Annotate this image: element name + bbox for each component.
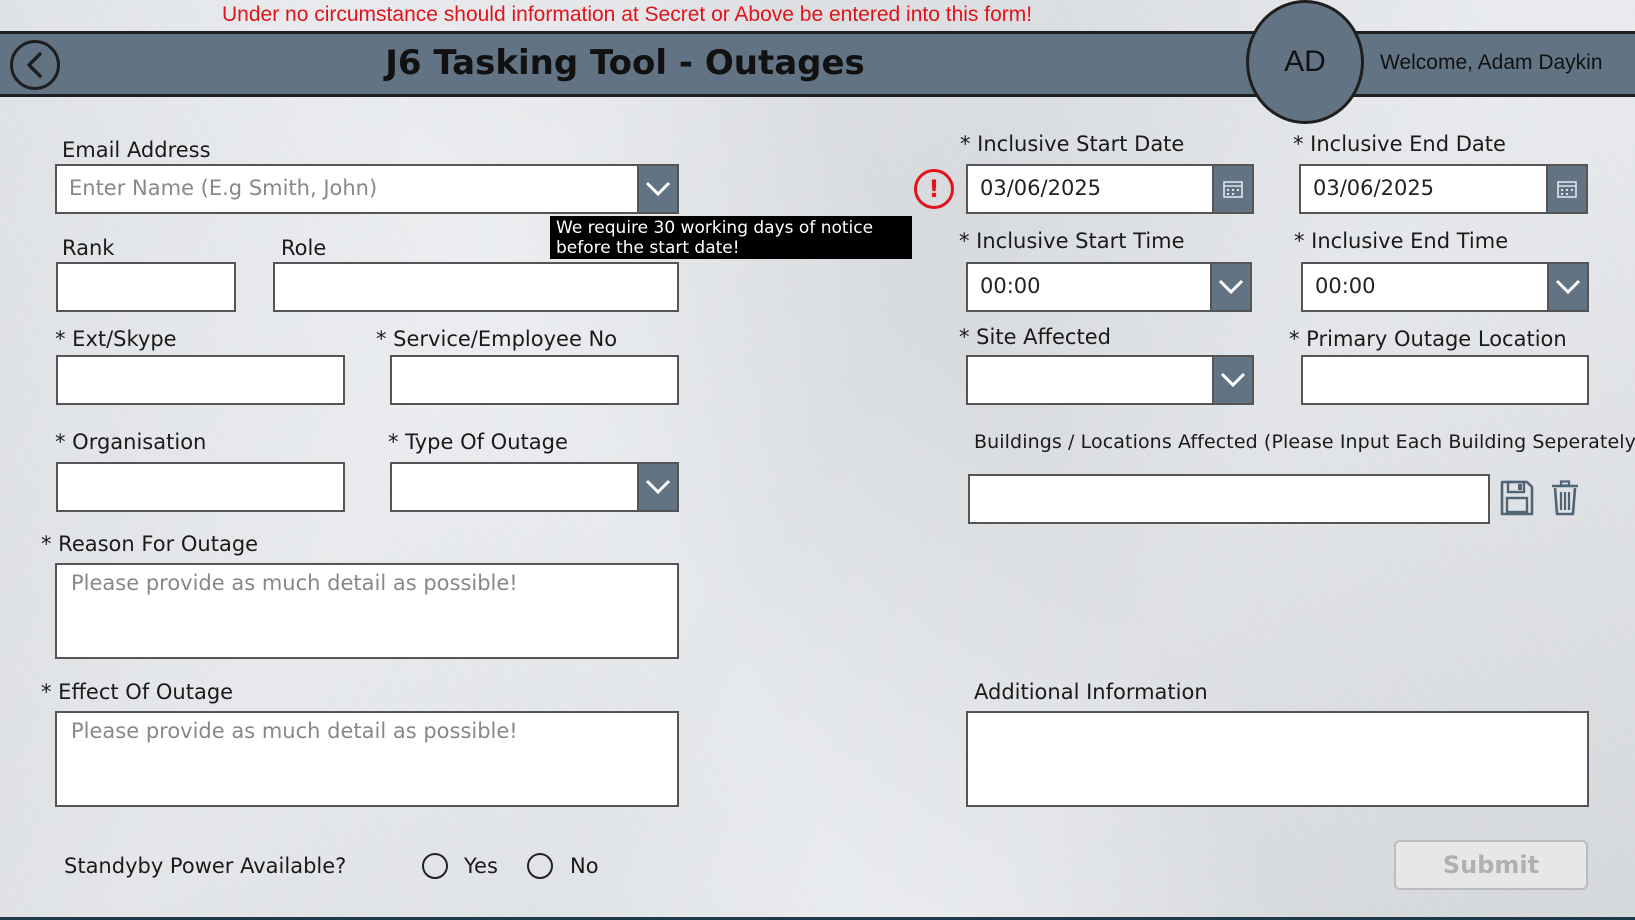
calendar-icon (1557, 181, 1577, 198)
calendar-icon (1223, 181, 1243, 198)
email-combobox[interactable]: Enter Name (E.g Smith, John) (55, 164, 679, 214)
standby-yes-label: Yes (464, 854, 498, 878)
type-of-outage-label: * Type Of Outage (388, 430, 568, 454)
submit-button[interactable]: Submit (1394, 840, 1588, 890)
welcome-text: Welcome, Adam Daykin (1380, 51, 1603, 74)
site-affected-dropdown[interactable] (966, 355, 1254, 405)
effect-textarea[interactable]: Please provide as much detail as possibl… (55, 711, 679, 807)
type-of-outage-dropdown-button[interactable] (637, 462, 679, 512)
standby-no-label: No (570, 854, 599, 878)
save-building-button[interactable] (1500, 480, 1534, 516)
start-date-value: 03/06/2025 (980, 176, 1102, 200)
delete-building-button[interactable] (1550, 480, 1580, 516)
buildings-label: Buildings / Locations Affected (Please I… (974, 431, 1635, 453)
ext-input[interactable] (56, 355, 345, 405)
rank-label: Rank (62, 236, 115, 260)
effect-placeholder: Please provide as much detail as possibl… (71, 719, 518, 743)
start-date-label: * Inclusive Start Date (960, 132, 1185, 156)
primary-location-label: * Primary Outage Location (1289, 327, 1567, 351)
organisation-label: * Organisation (55, 430, 207, 454)
additional-info-textarea[interactable] (966, 711, 1589, 807)
end-date-value: 03/06/2025 (1313, 176, 1435, 200)
standby-no-radio[interactable] (527, 853, 553, 879)
standby-label: Standyby Power Available? (64, 854, 347, 878)
effect-label: * Effect Of Outage (41, 680, 234, 704)
primary-location-input[interactable] (1301, 355, 1589, 405)
site-affected-label: * Site Affected (959, 325, 1111, 349)
chevron-down-icon (645, 181, 671, 197)
start-time-value: 00:00 (980, 274, 1041, 298)
email-label: Email Address (62, 138, 211, 162)
start-date-calendar-button[interactable] (1212, 164, 1254, 214)
chevron-down-icon (1555, 279, 1581, 295)
role-label: Role (281, 236, 327, 260)
service-no-label: * Service/Employee No (376, 327, 618, 351)
notice-tooltip: We require 30 working days of notice bef… (550, 216, 912, 259)
site-affected-dropdown-button[interactable] (1212, 355, 1254, 405)
chevron-down-icon (645, 479, 671, 495)
end-time-dropdown-button[interactable] (1547, 262, 1589, 312)
end-time-label: * Inclusive End Time (1294, 229, 1509, 253)
rank-input[interactable] (56, 262, 236, 312)
end-date-label: * Inclusive End Date (1293, 132, 1506, 156)
reason-placeholder: Please provide as much detail as possibl… (71, 571, 518, 595)
reason-textarea[interactable]: Please provide as much detail as possibl… (55, 563, 679, 659)
chevron-down-icon (1218, 279, 1244, 295)
role-input[interactable] (273, 262, 679, 312)
page-title: J6 Tasking Tool - Outages (385, 43, 865, 83)
save-icon (1500, 480, 1534, 516)
start-date-picker[interactable]: 03/06/2025 (966, 164, 1254, 214)
start-time-dropdown-button[interactable] (1210, 262, 1252, 312)
avatar[interactable]: AD (1246, 0, 1364, 124)
end-date-picker[interactable]: 03/06/2025 (1299, 164, 1588, 214)
chevron-down-icon (1220, 372, 1246, 388)
end-time-dropdown[interactable]: 00:00 (1301, 262, 1589, 312)
additional-info-label: Additional Information (974, 680, 1208, 704)
end-time-value: 00:00 (1315, 274, 1376, 298)
type-of-outage-dropdown[interactable] (390, 462, 679, 512)
standby-yes-radio[interactable] (422, 853, 448, 879)
ext-label: * Ext/Skype (55, 327, 177, 351)
trash-icon (1552, 480, 1578, 516)
reason-label: * Reason For Outage (41, 532, 259, 556)
avatar-initials: AD (1284, 45, 1326, 78)
email-placeholder: Enter Name (E.g Smith, John) (69, 176, 378, 200)
buildings-input[interactable] (968, 474, 1490, 524)
exclamation-icon: ! (914, 169, 954, 209)
service-no-input[interactable] (390, 355, 679, 405)
start-time-dropdown[interactable]: 00:00 (966, 262, 1252, 312)
start-time-label: * Inclusive Start Time (959, 229, 1185, 253)
end-date-calendar-button[interactable] (1546, 164, 1588, 214)
classification-warning: Under no circumstance should information… (222, 3, 1033, 26)
organisation-input[interactable] (56, 462, 345, 512)
email-dropdown-button[interactable] (637, 164, 679, 214)
